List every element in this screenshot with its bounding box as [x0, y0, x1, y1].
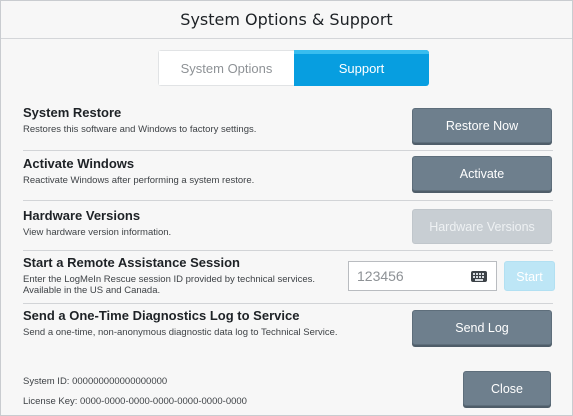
license-key: License Key: 0000-0000-0000-0000-0000-00…	[23, 396, 247, 407]
tab-system-options[interactable]: System Options	[158, 50, 294, 86]
system-options-dialog: System Options & Support System Options …	[0, 0, 573, 416]
send-log-button[interactable]: Send Log	[412, 310, 552, 345]
dialog-title: System Options & Support	[1, 1, 572, 39]
system-id: System ID: 000000000000000000	[23, 376, 168, 387]
divider	[23, 303, 553, 304]
divider	[23, 150, 553, 151]
start-session-button[interactable]: Start	[504, 261, 555, 291]
system-restore-description: Restores this software and Windows to fa…	[23, 124, 257, 135]
hardware-versions-description: View hardware version information.	[23, 227, 172, 238]
tab-support[interactable]: Support	[294, 50, 429, 86]
hardware-versions-button[interactable]: Hardware Versions	[412, 209, 552, 244]
keyboard-icon[interactable]	[471, 271, 487, 282]
divider	[23, 250, 553, 251]
diagnostics-description: Send a one-time, non-anonymous diagnosti…	[23, 327, 338, 338]
session-id-value: 123456	[357, 268, 404, 284]
remote-assistance-description: Enter the LogMeIn Rescue session ID prov…	[23, 274, 316, 296]
activate-button[interactable]: Activate	[412, 156, 552, 191]
divider	[23, 200, 553, 201]
activate-windows-description: Reactivate Windows after performing a sy…	[23, 175, 255, 186]
session-id-input[interactable]: 123456	[348, 261, 497, 291]
restore-now-button[interactable]: Restore Now	[412, 108, 552, 143]
close-button[interactable]: Close	[463, 371, 551, 406]
tab-bar: System Options Support	[158, 50, 429, 86]
